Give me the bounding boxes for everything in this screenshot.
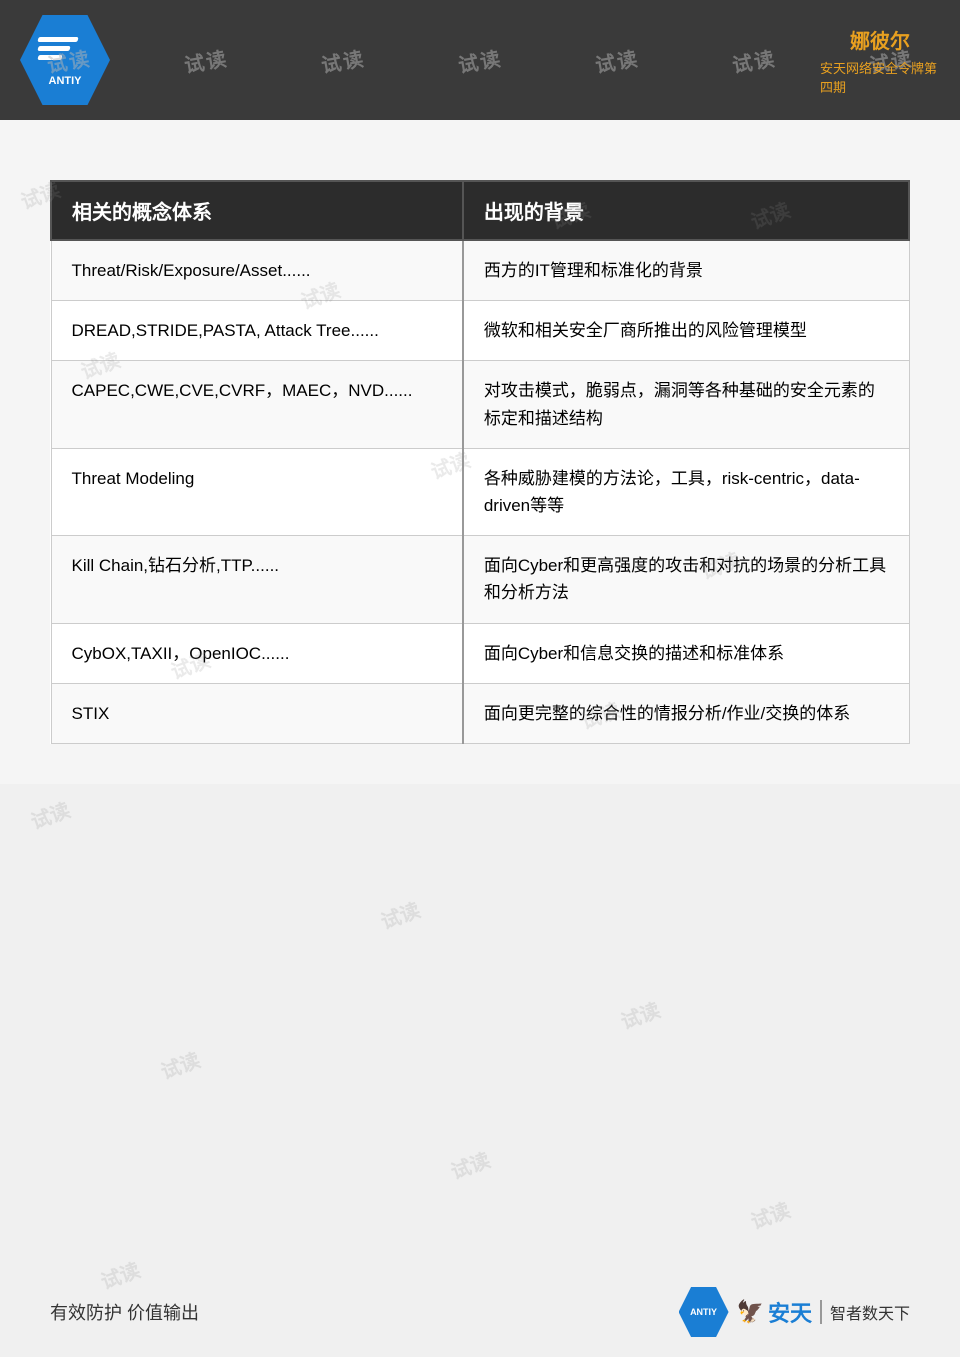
table-cell-concept: CAPEC,CWE,CVE,CVRF，MAEC，NVD...... xyxy=(51,361,463,448)
table-cell-concept: DREAD,STRIDE,PASTA, Attack Tree...... xyxy=(51,301,463,361)
concept-table: 相关的概念体系 出现的背景 Threat/Risk/Exposure/Asset… xyxy=(50,180,910,744)
body-wm-10: 试读 xyxy=(26,794,74,835)
header-wm-6: 试读 xyxy=(730,42,778,78)
table-header-row: 相关的概念体系 出现的背景 xyxy=(51,181,909,240)
header-brand: 娜彼尔 安天网络安全令牌第四期 xyxy=(820,20,940,100)
table-cell-background: 面向更完整的综合性的情报分析/作业/交换的体系 xyxy=(463,683,909,743)
header-logo: ANTIY xyxy=(20,15,110,105)
footer: 有效防护 价值输出 ANTIY 🦅 安天 智者数天下 xyxy=(50,1287,910,1337)
body-wm-14: 试读 xyxy=(446,1144,494,1185)
table-cell-concept: CybOX,TAXII，OpenIOC...... xyxy=(51,623,463,683)
footer-logo-icon: ANTIY xyxy=(679,1287,729,1337)
footer-slogan: 有效防护 价值输出 xyxy=(50,1299,199,1325)
table-cell-concept: Kill Chain,钻石分析,TTP...... xyxy=(51,536,463,623)
table-row: CybOX,TAXII，OpenIOC......面向Cyber和信息交换的描述… xyxy=(51,623,909,683)
brand-name: 娜彼尔 xyxy=(850,25,910,54)
table-cell-background: 各种威胁建模的方法论，工具，risk-centric，data-driven等等 xyxy=(463,448,909,535)
footer-logo-name: 安天 xyxy=(768,1296,812,1328)
table-cell-background: 西方的IT管理和标准化的背景 xyxy=(463,240,909,301)
logo-lines xyxy=(38,37,78,60)
header-wm-4: 试读 xyxy=(456,42,504,78)
table-row: DREAD,STRIDE,PASTA, Attack Tree......微软和… xyxy=(51,301,909,361)
footer-logo-sub: 智者数天下 xyxy=(820,1300,910,1324)
footer-logo-antiy: ANTIY xyxy=(690,1307,717,1317)
table-cell-background: 面向Cyber和更高强度的攻击和对抗的场景的分析工具和分析方法 xyxy=(463,536,909,623)
body-wm-11: 试读 xyxy=(376,894,424,935)
table-row: STIX面向更完整的综合性的情报分析/作业/交换的体系 xyxy=(51,683,909,743)
body-wm-13: 试读 xyxy=(156,1044,204,1085)
logo-line-1 xyxy=(37,37,78,42)
table-cell-concept: Threat Modeling xyxy=(51,448,463,535)
logo-line-3 xyxy=(37,55,62,60)
header-wm-2: 试读 xyxy=(182,42,230,78)
header-watermarks: 试读 试读 试读 试读 试读 试读 试读 xyxy=(0,0,960,120)
table-cell-background: 面向Cyber和信息交换的描述和标准体系 xyxy=(463,623,909,683)
table-cell-concept: STIX xyxy=(51,683,463,743)
logo-line-2 xyxy=(37,46,70,51)
table-row: Threat Modeling各种威胁建模的方法论，工具，risk-centri… xyxy=(51,448,909,535)
table-row: Kill Chain,钻石分析,TTP......面向Cyber和更高强度的攻击… xyxy=(51,536,909,623)
col1-header: 相关的概念体系 xyxy=(51,181,463,240)
footer-logo-brand: 🦅 xyxy=(737,1299,764,1325)
table-cell-background: 微软和相关安全厂商所推出的风险管理模型 xyxy=(463,301,909,361)
footer-logo-text-area: 🦅 安天 智者数天下 xyxy=(737,1296,910,1328)
table-row: Threat/Risk/Exposure/Asset......西方的IT管理和… xyxy=(51,240,909,301)
table-cell-concept: Threat/Risk/Exposure/Asset...... xyxy=(51,240,463,301)
brand-sub: 安天网络安全令牌第四期 xyxy=(820,58,940,96)
col2-header: 出现的背景 xyxy=(463,181,909,240)
header: ANTIY 试读 试读 试读 试读 试读 试读 试读 娜彼尔 安天网络安全令牌第… xyxy=(0,0,960,120)
table-cell-background: 对攻击模式，脆弱点，漏洞等各种基础的安全元素的标定和描述结构 xyxy=(463,361,909,448)
header-wm-3: 试读 xyxy=(319,42,367,78)
logo-label: ANTIY xyxy=(49,75,82,87)
table-row: CAPEC,CWE,CVE,CVRF，MAEC，NVD......对攻击模式，脆… xyxy=(51,361,909,448)
main-content: 相关的概念体系 出现的背景 Threat/Risk/Exposure/Asset… xyxy=(0,120,960,784)
body-wm-12: 试读 xyxy=(616,994,664,1035)
footer-logo: ANTIY 🦅 安天 智者数天下 xyxy=(679,1287,910,1337)
header-wm-5: 试读 xyxy=(593,42,641,78)
body-wm-15: 试读 xyxy=(746,1194,794,1235)
